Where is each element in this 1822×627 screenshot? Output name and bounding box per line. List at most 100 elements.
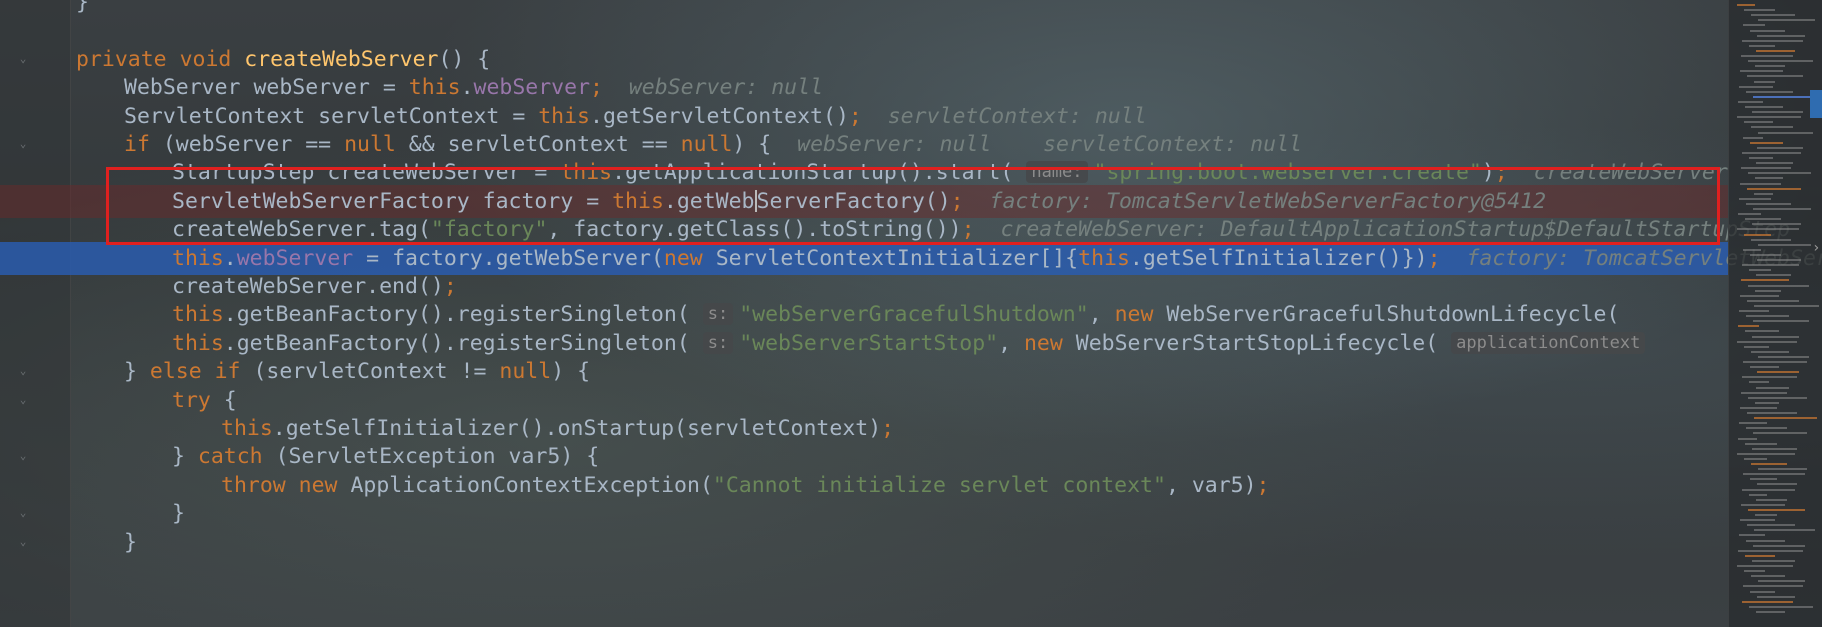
code-token: ; xyxy=(443,274,457,299)
code-token: null xyxy=(680,132,733,157)
code-token: } xyxy=(124,359,150,385)
code-token: null xyxy=(344,132,409,157)
code-token: catch xyxy=(197,444,276,470)
minimap-line xyxy=(1746,315,1789,318)
minimap-line xyxy=(1748,508,1805,511)
minimap-line xyxy=(1753,544,1805,547)
code-token: , xyxy=(1088,302,1115,328)
scrollbar-thumb[interactable] xyxy=(1810,90,1822,118)
minimap-line xyxy=(1755,177,1783,180)
minimap-line xyxy=(1751,126,1793,129)
minimap-line xyxy=(1749,493,1767,496)
collapse-arrow-icon[interactable]: › xyxy=(1812,240,1820,256)
code-token: webServer xyxy=(236,245,354,271)
code-token: private xyxy=(76,46,180,72)
code-token: (ServletException var5) { xyxy=(275,444,600,470)
minimap-line xyxy=(1750,29,1785,32)
code-token: = factory.getWebServer( xyxy=(353,245,664,271)
minimap[interactable] xyxy=(1728,0,1822,627)
code-token: ; xyxy=(848,103,862,129)
minimap-line xyxy=(1757,34,1805,37)
minimap-line xyxy=(1754,80,1775,83)
code-token: new xyxy=(1114,302,1167,328)
code-token: this xyxy=(221,416,273,441)
minimap-line xyxy=(1738,325,1759,328)
minimap-line xyxy=(1739,422,1767,425)
minimap-line xyxy=(1737,452,1795,455)
minimap-line xyxy=(1743,248,1761,251)
code-token: , xyxy=(998,330,1024,356)
code-token: this xyxy=(538,103,590,129)
minimap-line xyxy=(1742,39,1803,42)
highlight-annotation-box xyxy=(106,167,1720,245)
minimap-line xyxy=(1740,70,1783,73)
minimap-line xyxy=(1737,4,1755,6)
code-token: ; xyxy=(1256,472,1270,498)
code-token: "webServerStartStop" xyxy=(739,330,999,356)
minimap-line xyxy=(1753,95,1813,98)
code-token: this xyxy=(172,302,224,328)
minimap-line xyxy=(1738,213,1761,216)
minimap-line xyxy=(1740,182,1781,185)
minimap-line xyxy=(1756,49,1795,52)
minimap-line xyxy=(1758,355,1809,358)
minimap-line xyxy=(1753,432,1807,435)
code-token: try xyxy=(172,387,224,413)
code-token: else if xyxy=(149,359,254,385)
minimap-line xyxy=(1757,146,1803,149)
minimap-line xyxy=(1745,554,1775,557)
code-token: . xyxy=(223,245,237,271)
code-token: this xyxy=(408,75,461,101)
code-token: WebServer webServer = xyxy=(124,75,409,101)
minimap-line xyxy=(1745,106,1783,108)
inlay-hint: webServer: null servletContext: null xyxy=(771,132,1302,157)
code-token: ) { xyxy=(732,132,772,157)
minimap-line xyxy=(1756,610,1785,613)
minimap-line xyxy=(1750,478,1777,481)
minimap-line xyxy=(1757,371,1799,374)
code-token: .getServletContext() xyxy=(590,103,849,129)
minimap-line xyxy=(1746,202,1791,205)
minimap-line xyxy=(1747,412,1797,414)
code-token: (servletContext != xyxy=(253,359,500,385)
minimap-line xyxy=(1739,197,1771,200)
minimap-line xyxy=(1758,468,1807,471)
minimap-line xyxy=(1756,498,1787,501)
minimap-line xyxy=(1741,503,1785,506)
code-area[interactable]: } private void createWebServer() {WebServ… xyxy=(0,0,1822,627)
code-line[interactable]: } xyxy=(0,526,1728,559)
code-token: } xyxy=(172,501,185,527)
minimap-line xyxy=(1758,243,1811,246)
code-editor[interactable]: ⌄ ⌄ ⌄ ⌄ ⌄ ⌄ ⌄ } private void createWebServer() … xyxy=(0,0,1822,627)
minimap-line xyxy=(1755,401,1779,404)
code-token: , var5) xyxy=(1165,472,1257,498)
code-token: && servletContext == xyxy=(408,132,681,157)
minimap-line xyxy=(1746,427,1787,430)
minimap-line xyxy=(1748,60,1813,63)
minimap-line xyxy=(1751,350,1789,353)
minimap-line xyxy=(1743,473,1805,476)
minimap-line xyxy=(1756,274,1791,277)
code-token: WebServerGracefulShutdownLifecycle( xyxy=(1166,302,1620,328)
parameter-hint: applicationContext xyxy=(1451,331,1646,354)
minimap-line xyxy=(1752,335,1799,338)
minimap-line xyxy=(1758,580,1805,583)
code-token: ; xyxy=(881,416,895,441)
code-token: } xyxy=(172,444,198,470)
minimap-line xyxy=(1754,192,1773,195)
code-token: { xyxy=(223,387,237,413)
minimap-line xyxy=(1741,55,1793,57)
code-token: .getBeanFactory().registerSingleton( xyxy=(223,330,703,356)
minimap-line xyxy=(1742,376,1797,379)
code-token: webServer xyxy=(473,75,591,101)
code-token: ; xyxy=(1427,245,1441,271)
minimap-line xyxy=(1752,223,1801,226)
code-token: ApplicationContextException( xyxy=(350,472,713,498)
minimap-line xyxy=(1752,447,1797,450)
minimap-line xyxy=(1752,559,1795,562)
minimap-line xyxy=(1738,549,1803,552)
minimap-line xyxy=(1740,406,1777,409)
minimap-line xyxy=(1745,442,1777,445)
minimap-line xyxy=(1737,228,1799,231)
minimap-line xyxy=(1744,233,1771,236)
